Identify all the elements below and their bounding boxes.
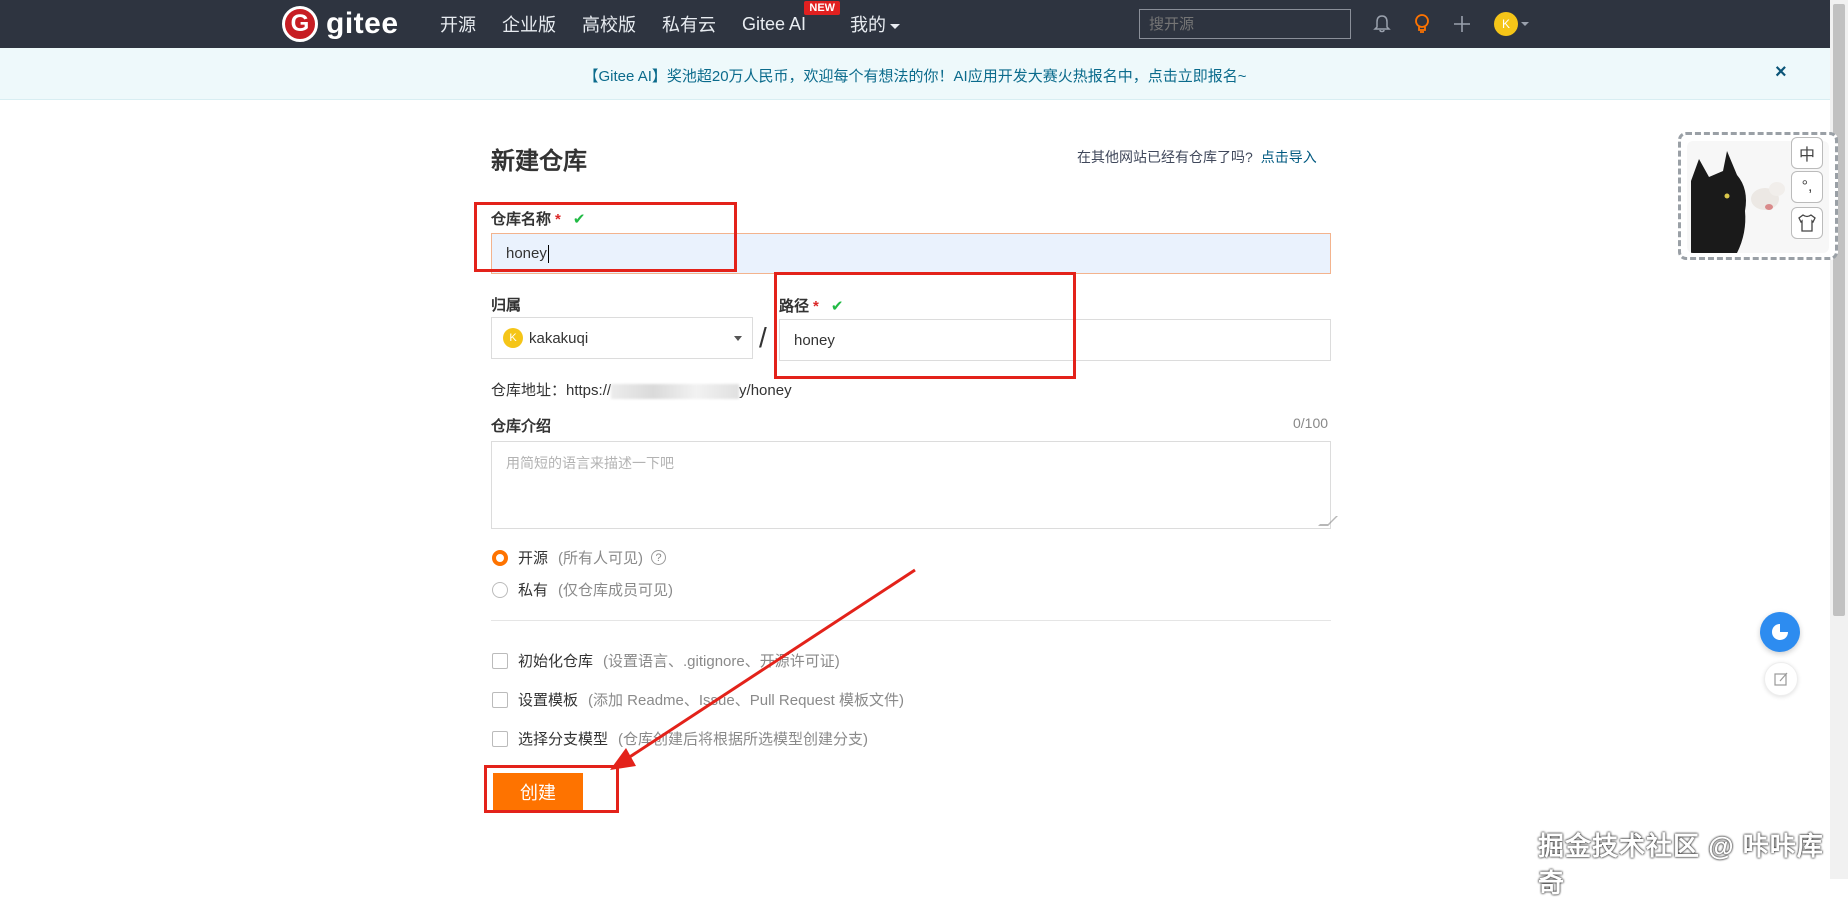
ime-chinese-toggle[interactable]: 中 [1791, 137, 1823, 169]
check-icon: ✔ [572, 211, 586, 228]
option-branch-model-label: 选择分支模型 [518, 731, 609, 748]
option-template[interactable]: 设置模板 (添加 Readme、Issue、Pull Request 模板文件) [492, 689, 904, 710]
intro-placeholder: 用简短的语言来描述一下吧 [506, 455, 674, 471]
import-hint-text: 在其他网站已经有仓库了吗? [1077, 149, 1253, 165]
nav-item-mine[interactable]: 我的 [850, 11, 901, 37]
radio-public-label: 开源 [518, 550, 549, 567]
nav-item-opensource[interactable]: 开源 [440, 11, 476, 37]
repo-address-suffix: y/honey [739, 382, 792, 399]
text-cursor [547, 244, 549, 263]
checkbox[interactable] [492, 730, 508, 747]
nav-item-mine-label: 我的 [850, 15, 887, 35]
nav-item-gitee-ai[interactable]: Gitee AI NEW [742, 0, 841, 35]
required-mark: * [813, 298, 819, 315]
owner-avatar: K [503, 328, 523, 348]
option-init-repo-hint: (设置语言、.gitignore、开源许可证) [603, 653, 840, 670]
required-mark: * [555, 211, 561, 228]
radio-public[interactable]: 开源 (所有人可见) ? [492, 547, 667, 568]
radio-private-hint: (仅仓库成员可见) [558, 582, 674, 599]
nav-item-gitee-ai-label: Gitee AI [742, 13, 807, 34]
feedback-edit-icon[interactable] [1764, 662, 1798, 696]
lightbulb-icon[interactable] [1410, 12, 1434, 36]
path-separator: / [759, 322, 767, 353]
help-icon[interactable]: ? [651, 550, 667, 565]
scrollbar-thumb[interactable] [1833, 4, 1845, 616]
intro-textarea[interactable]: 用简短的语言来描述一下吧 [491, 441, 1338, 529]
bell-icon[interactable] [1370, 12, 1394, 36]
chevron-down-icon [890, 23, 901, 29]
path-value: honey [794, 331, 835, 349]
import-link[interactable]: 点击导入 [1261, 149, 1317, 165]
owner-label: 归属 [491, 297, 522, 314]
resize-handle-icon[interactable] [1318, 516, 1338, 526]
radio-public-hint: (所有人可见) [558, 550, 644, 567]
repo-address: 仓库地址：https:// y/honey [491, 379, 792, 400]
checkbox[interactable] [492, 691, 508, 708]
top-navbar: G gitee 开源 企业版 高校版 私有云 Gitee AI NEW 我的 K [0, 0, 1848, 48]
option-template-label: 设置模板 [518, 692, 579, 709]
create-button[interactable]: 创建 [493, 773, 583, 811]
close-icon[interactable]: × [1775, 61, 1787, 84]
checkbox[interactable] [492, 652, 508, 669]
new-badge: NEW [804, 0, 841, 15]
path-label-text: 路径 [779, 298, 810, 315]
user-avatar[interactable]: K [1494, 12, 1518, 36]
page-title: 新建仓库 [491, 148, 587, 175]
option-init-repo-label: 初始化仓库 [518, 653, 594, 670]
radio-private-label: 私有 [518, 582, 549, 599]
option-branch-model-hint: (仓库创建后将根据所选模型创建分支) [618, 731, 869, 748]
owner-select[interactable]: K kakakuqi [491, 317, 753, 359]
intro-counter: 0/100 [1293, 415, 1329, 431]
ime-skin-icon[interactable] [1791, 207, 1823, 239]
repo-address-prefix: 仓库地址：https:// [491, 382, 612, 399]
input-method-widget[interactable]: 中 °, [1678, 132, 1838, 260]
gitee-logo-icon: G [282, 6, 318, 42]
radio-button[interactable] [492, 581, 508, 598]
annotation-arrow-head [610, 748, 636, 770]
path-label: 路径 * ✔ [779, 295, 843, 316]
check-icon: ✔ [830, 298, 844, 315]
repo-name-label: 仓库名称 * ✔ [491, 208, 585, 229]
nav-menu: 开源 企业版 高校版 私有云 Gitee AI NEW 我的 [440, 0, 926, 48]
repo-name-input[interactable]: honey [491, 233, 1331, 274]
announcement-banner: 【Gitee AI】奖池超20万人民币，欢迎每个有想法的你！AI应用开发大赛火热… [0, 48, 1830, 100]
radio-button-selected[interactable] [492, 549, 508, 566]
owner-value: kakakuqi [529, 329, 589, 347]
radio-private[interactable]: 私有 (仅仓库成员可见) [492, 579, 673, 600]
banner-link[interactable]: 【Gitee AI】奖池超20万人民币，欢迎每个有想法的你！AI应用开发大赛火热… [0, 65, 1830, 86]
divider [491, 620, 1331, 621]
repo-name-label-text: 仓库名称 [491, 211, 552, 228]
annotation-arrow [610, 568, 916, 770]
option-branch-model[interactable]: 选择分支模型 (仓库创建后将根据所选模型创建分支) [492, 728, 868, 749]
option-template-hint: (添加 Readme、Issue、Pull Request 模板文件) [588, 692, 904, 709]
assistant-float-icon[interactable] [1760, 612, 1800, 652]
ime-punctuation-toggle[interactable]: °, [1791, 171, 1823, 203]
nav-item-enterprise[interactable]: 企业版 [502, 11, 556, 37]
search-input[interactable] [1139, 9, 1351, 39]
gitee-logo[interactable]: G gitee [282, 6, 399, 42]
plus-icon[interactable] [1450, 12, 1474, 36]
repo-name-value: honey [506, 245, 547, 262]
gitee-logo-text: gitee [326, 7, 399, 40]
blurred-region [611, 383, 740, 399]
chevron-down-icon [734, 336, 742, 341]
avatar-chevron-down-icon[interactable] [1521, 22, 1529, 26]
watermark: 掘金技术社区 @ 咔咔库奇 [1538, 831, 1824, 898]
nav-item-education[interactable]: 高校版 [582, 11, 636, 37]
option-init-repo[interactable]: 初始化仓库 (设置语言、.gitignore、开源许可证) [492, 650, 840, 671]
path-input[interactable]: honey [779, 319, 1331, 361]
import-hint: 在其他网站已经有仓库了吗? 点击导入 [1077, 147, 1317, 167]
nav-item-private-cloud[interactable]: 私有云 [662, 11, 716, 37]
intro-label: 仓库介绍 [491, 418, 552, 435]
